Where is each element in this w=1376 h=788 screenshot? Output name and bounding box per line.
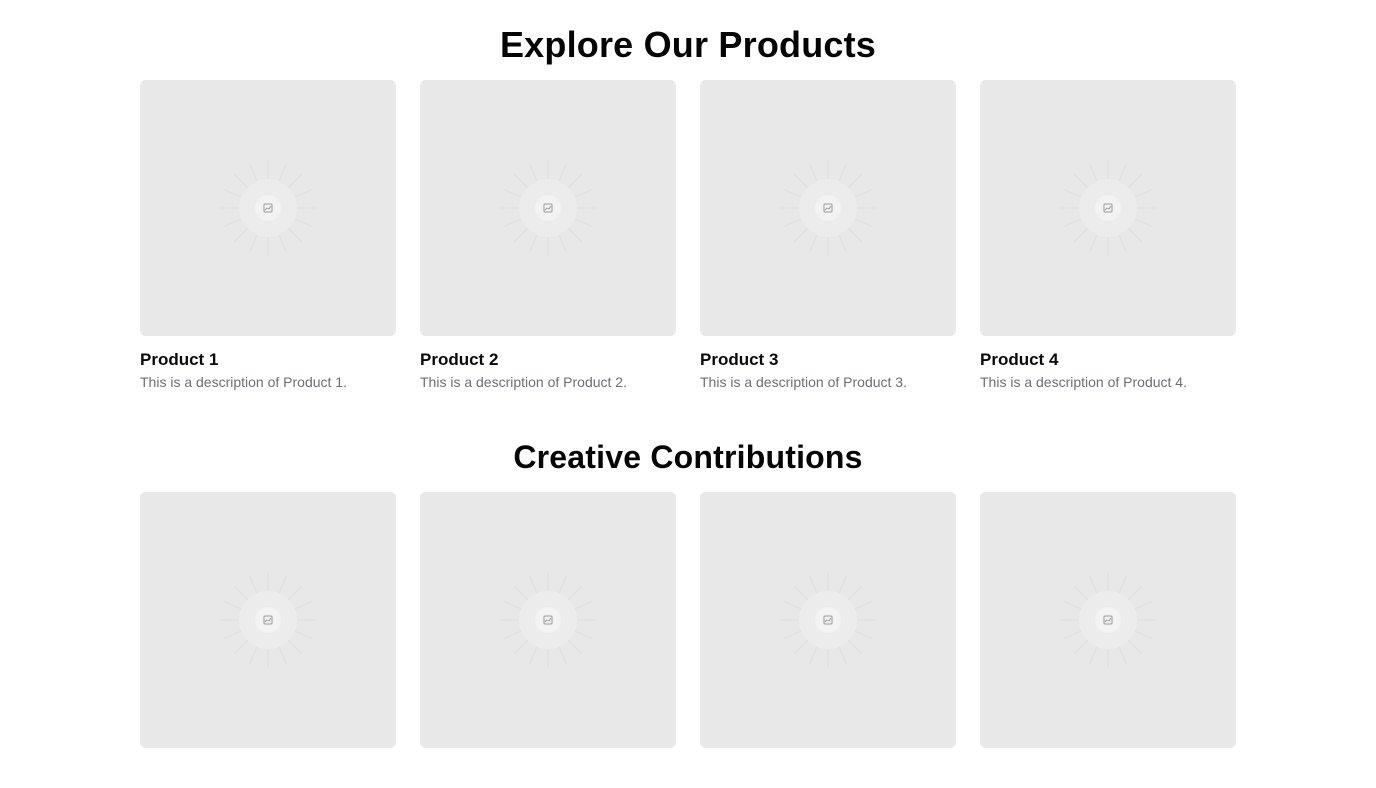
contributions-section-title: Creative Contributions <box>513 439 863 475</box>
product-title[interactable]: Product 1 <box>140 349 396 370</box>
contribution-image-placeholder[interactable] <box>140 492 396 748</box>
contributions-grid <box>140 492 1236 748</box>
product-title[interactable]: Product 2 <box>420 349 676 370</box>
product-description: This is a description of Product 3. <box>700 374 907 391</box>
products-section-title: Explore Our Products <box>499 24 877 65</box>
product-image-placeholder[interactable] <box>420 80 676 336</box>
product-card[interactable]: Product 3 This is a description of Produ… <box>700 80 956 391</box>
contribution-card[interactable] <box>140 492 396 748</box>
contribution-image-placeholder[interactable] <box>420 492 676 748</box>
contribution-image-placeholder[interactable] <box>980 492 1236 748</box>
contribution-image-placeholder[interactable] <box>700 492 956 748</box>
product-description: This is a description of Product 1. <box>140 374 347 391</box>
product-card[interactable]: Product 2 This is a description of Produ… <box>420 80 676 391</box>
product-image-placeholder[interactable] <box>980 80 1236 336</box>
contribution-card[interactable] <box>980 492 1236 748</box>
products-grid: Product 1 This is a description of Produ… <box>140 80 1236 391</box>
product-description: This is a description of Product 2. <box>420 374 627 391</box>
product-image-placeholder[interactable] <box>700 80 956 336</box>
product-image-placeholder[interactable] <box>140 80 396 336</box>
product-title[interactable]: Product 3 <box>700 349 956 370</box>
contribution-card[interactable] <box>700 492 956 748</box>
page: Explore Our Products Product 1 This is a… <box>0 0 1376 788</box>
contribution-card[interactable] <box>420 492 676 748</box>
product-card[interactable]: Product 1 This is a description of Produ… <box>140 80 396 391</box>
product-card[interactable]: Product 4 This is a description of Produ… <box>980 80 1236 391</box>
product-title[interactable]: Product 4 <box>980 349 1236 370</box>
product-description: This is a description of Product 4. <box>980 374 1187 391</box>
